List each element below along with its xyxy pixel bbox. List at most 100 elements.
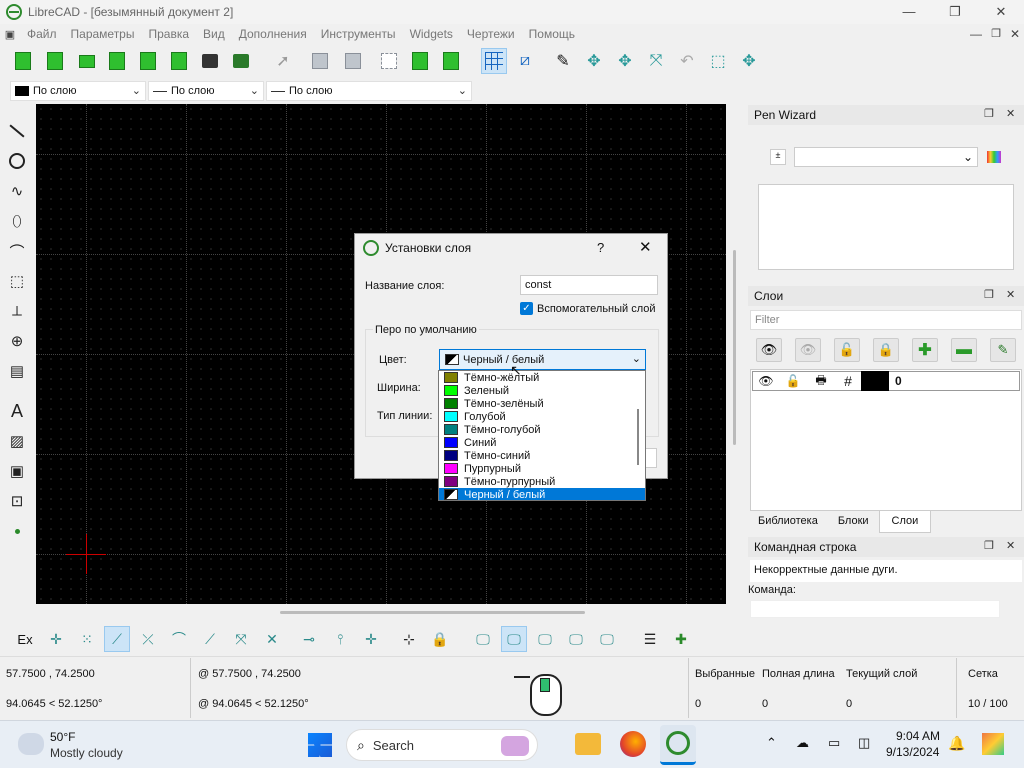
- lock-all-layers-button[interactable]: 🔒: [873, 338, 899, 362]
- librecad-taskbar-button[interactable]: [660, 725, 696, 765]
- color-option[interactable]: Черный / белый: [439, 488, 645, 500]
- exclusive-snap-button[interactable]: Ex: [12, 626, 38, 652]
- zoom-auto-button[interactable]: ⤧: [643, 48, 669, 74]
- point-tool-button[interactable]: [4, 518, 30, 544]
- cut-button[interactable]: [376, 48, 402, 74]
- relative-zero-button[interactable]: ⊹: [396, 626, 422, 652]
- weather-cloud-icon[interactable]: [18, 733, 44, 755]
- save-all-button[interactable]: [166, 48, 192, 74]
- network-icon[interactable]: ☁: [796, 735, 809, 751]
- notification-bell-icon[interactable]: 🔔: [948, 735, 965, 752]
- mdi-minimize-button[interactable]: —: [966, 24, 986, 44]
- remove-layer-button[interactable]: ▬: [951, 338, 977, 362]
- zoom-previous-button[interactable]: ↶: [674, 48, 700, 74]
- paste-button[interactable]: [438, 48, 464, 74]
- modify-tool-button[interactable]: ⊕: [4, 328, 30, 354]
- line-tool-button[interactable]: [4, 118, 30, 144]
- circle-tool-button[interactable]: [4, 148, 30, 174]
- view-4-button[interactable]: 🖵: [563, 626, 589, 652]
- print-button[interactable]: [197, 48, 223, 74]
- color-option[interactable]: Тёмно-зелёный: [439, 397, 645, 410]
- printer-icon[interactable]: 🖶: [807, 371, 835, 392]
- menu-plugins[interactable]: Дополнения: [232, 27, 314, 41]
- polyline-tool-button[interactable]: ⌒: [4, 238, 30, 264]
- menu-edit[interactable]: Правка: [141, 27, 196, 41]
- help-button[interactable]: ?: [597, 240, 604, 255]
- edit-layer-button[interactable]: ✎: [990, 338, 1016, 362]
- canvas-vertical-scrollbar[interactable]: [733, 250, 736, 445]
- minimize-button[interactable]: —: [886, 0, 932, 24]
- new-template-button[interactable]: [42, 48, 68, 74]
- curve-tool-button[interactable]: ∿: [4, 178, 30, 204]
- block-tool-button[interactable]: ⊡: [4, 488, 30, 514]
- pen-wizard-sort-button[interactable]: ±: [770, 149, 786, 165]
- snap-on-entity-button[interactable]: ⤫: [135, 626, 161, 652]
- restrict-vertical-button[interactable]: ⫯: [327, 626, 353, 652]
- open-file-button[interactable]: [74, 48, 100, 74]
- eye-icon[interactable]: 👁: [753, 374, 779, 388]
- unlock-icon[interactable]: 🔓: [779, 374, 807, 388]
- color-option[interactable]: Тёмно-голубой: [439, 423, 645, 436]
- add-view-plus-button[interactable]: ✚: [668, 626, 694, 652]
- dropdown-scrollbar[interactable]: [637, 409, 639, 465]
- tab-library[interactable]: Библиотека: [748, 511, 828, 533]
- layer-row[interactable]: 👁 🔓 🖶 # 0: [752, 371, 1020, 391]
- restrict-horizontal-button[interactable]: ⊸: [296, 626, 322, 652]
- construction-icon[interactable]: #: [835, 373, 861, 389]
- color-option[interactable]: Синий: [439, 436, 645, 449]
- close-panel-icon[interactable]: ✕: [1006, 107, 1015, 120]
- menu-help[interactable]: Помощь: [522, 27, 582, 41]
- save-button[interactable]: [104, 48, 130, 74]
- menu-view[interactable]: Вид: [196, 27, 232, 41]
- command-input[interactable]: [750, 600, 1000, 618]
- tray-chevron-icon[interactable]: ⌃: [766, 735, 777, 751]
- clock-date[interactable]: 9/13/2024: [886, 745, 939, 759]
- close-dialog-button[interactable]: ✕: [639, 238, 652, 256]
- save-as-button[interactable]: [135, 48, 161, 74]
- pen-wizard-list[interactable]: [758, 184, 1014, 270]
- tab-blocks[interactable]: Блоки: [828, 511, 879, 533]
- float-panel-icon[interactable]: ❐: [984, 539, 994, 552]
- snap-grid-button[interactable]: ⁙: [74, 626, 100, 652]
- draft-mode-button[interactable]: ⧄: [512, 48, 538, 74]
- copy-button[interactable]: [407, 48, 433, 74]
- zoom-window-button[interactable]: ⬚: [705, 48, 731, 74]
- restrict-orthogonal-button[interactable]: ✛: [358, 626, 384, 652]
- tab-layers[interactable]: Слои: [878, 511, 932, 533]
- close-panel-icon[interactable]: ✕: [1006, 288, 1015, 301]
- select-tool-button[interactable]: ⬚: [4, 268, 30, 294]
- color-option[interactable]: Тёмно-жёлтый: [439, 371, 645, 384]
- mdi-restore-button[interactable]: ❐: [986, 24, 1006, 44]
- view-3-button[interactable]: 🖵: [532, 626, 558, 652]
- view-2-button[interactable]: 🖵: [501, 626, 527, 652]
- canvas-horizontal-scrollbar[interactable]: [280, 611, 585, 614]
- hatch-tool-button[interactable]: ▨: [4, 428, 30, 454]
- new-file-button[interactable]: [10, 48, 36, 74]
- menu-drawings[interactable]: Чертежи: [460, 27, 522, 41]
- dimension-tool-button[interactable]: ⟂: [4, 298, 30, 324]
- start-button[interactable]: [308, 733, 332, 757]
- unlock-all-layers-button[interactable]: 🔓: [834, 338, 860, 362]
- pen-wizard-combo[interactable]: ⌄: [794, 147, 978, 167]
- layer-color-swatch[interactable]: [861, 371, 889, 391]
- maximize-button[interactable]: ❐: [932, 0, 978, 24]
- snap-distance-button[interactable]: ⤧: [228, 626, 254, 652]
- close-window-button[interactable]: ✕: [978, 0, 1024, 24]
- zoom-out-button[interactable]: ✥: [612, 48, 638, 74]
- color-option[interactable]: Пурпурный: [439, 462, 645, 475]
- layer-name-input[interactable]: const: [520, 275, 658, 295]
- float-panel-icon[interactable]: ❐: [984, 288, 994, 301]
- float-panel-icon[interactable]: ❐: [984, 107, 994, 120]
- show-all-layers-button[interactable]: 👁: [756, 338, 782, 362]
- zoom-in-button[interactable]: ✥: [581, 48, 607, 74]
- color-select[interactable]: Черный / белый ⌄: [439, 349, 646, 370]
- color-option[interactable]: Тёмно-синий: [439, 449, 645, 462]
- color-combo[interactable]: По слою ⌄: [10, 81, 146, 101]
- mdi-close-button[interactable]: ✕: [1006, 24, 1024, 44]
- redo-button[interactable]: [340, 48, 366, 74]
- print-preview-button[interactable]: [228, 48, 254, 74]
- snap-intersection-button[interactable]: ✕: [259, 626, 285, 652]
- text-tool-button[interactable]: A: [4, 398, 30, 424]
- volume-icon[interactable]: ◫: [858, 735, 870, 751]
- dialog-button-edge[interactable]: [645, 448, 657, 468]
